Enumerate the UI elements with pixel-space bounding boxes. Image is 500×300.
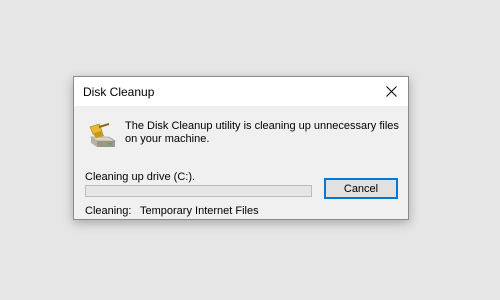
dialog-message: The Disk Cleanup utility is cleaning up … — [125, 120, 399, 145]
disk-cleanup-icon — [89, 123, 116, 147]
cancel-button[interactable]: Cancel — [324, 178, 398, 199]
desktop: Disk Cleanup The Disk Cleanup utility is… — [0, 0, 500, 300]
close-icon — [385, 86, 397, 97]
disk-cleanup-dialog: Disk Cleanup The Disk Cleanup utility is… — [73, 76, 409, 220]
status-label: Cleaning up drive (C:). — [85, 171, 196, 183]
close-button[interactable] — [374, 77, 408, 106]
progress-bar — [85, 185, 312, 197]
title-bar[interactable]: Disk Cleanup — [74, 77, 408, 106]
cleaning-item: Temporary Internet Files — [140, 205, 259, 217]
dialog-title: Disk Cleanup — [83, 85, 155, 99]
cleaning-label: Cleaning: — [85, 205, 132, 217]
